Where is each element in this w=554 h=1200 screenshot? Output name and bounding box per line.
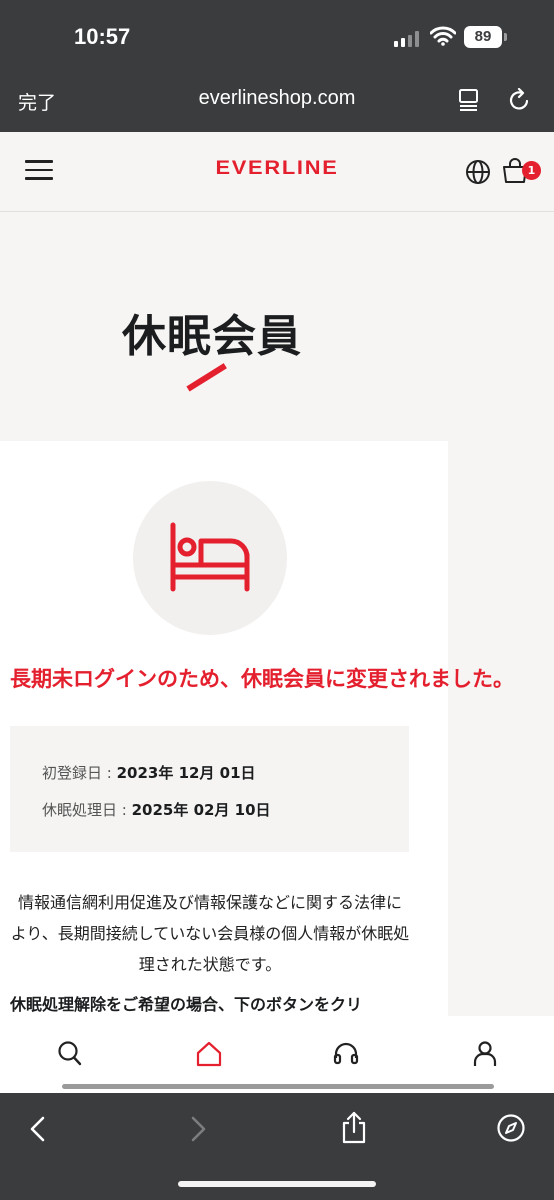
- browser-bottom-toolbar: [0, 1093, 554, 1200]
- bed-icon-circle: [133, 481, 287, 635]
- site-header: EVERLINE 1: [0, 132, 554, 212]
- title-accent-line: [186, 363, 227, 392]
- reader-icon[interactable]: [458, 88, 480, 112]
- home-indicator: [178, 1181, 376, 1187]
- dormant-date-row: 休眠処理日 : 2025年 02月 10日: [42, 799, 271, 820]
- bottom-navigation: [0, 1016, 554, 1093]
- reload-icon[interactable]: [508, 88, 530, 112]
- bed-icon: [170, 522, 250, 592]
- description-text: 情報通信網利用促進及び情報保護などに関する法律により、長期間接続していない会員様…: [10, 893, 410, 974]
- dormant-headline: 長期未ログインのため、休眠会員に変更されました。: [10, 667, 514, 691]
- cellular-signal-icon: [394, 31, 419, 47]
- registered-label: 初登録日 :: [42, 764, 117, 782]
- instruction-text: 休眠処理解除をご希望の場合、下のボタンをクリ: [10, 995, 363, 1014]
- home-icon[interactable]: [195, 1040, 223, 1068]
- status-time: 10:57: [74, 24, 131, 49]
- search-icon[interactable]: [57, 1040, 83, 1068]
- dormant-card: 長期未ログインのため、休眠会員に変更されました。 初登録日 : 2023年 12…: [0, 441, 514, 1041]
- status-bar: 10:57 89: [0, 22, 554, 58]
- person-icon[interactable]: [472, 1040, 498, 1068]
- dates-info-box: 初登録日 : 2023年 12月 01日 休眠処理日 : 2025年 02月 1…: [10, 726, 409, 852]
- cart-count-badge: 1: [522, 161, 541, 180]
- dormant-label: 休眠処理日 :: [42, 801, 132, 819]
- back-icon[interactable]: [28, 1115, 48, 1143]
- dormant-value: 2025年 02月 10日: [131, 801, 271, 819]
- browser-top-chrome: 10:57 89 完了 everlineshop.com: [0, 0, 554, 132]
- forward-icon[interactable]: [188, 1115, 208, 1143]
- share-icon[interactable]: [340, 1111, 368, 1145]
- wifi-icon: [430, 26, 456, 46]
- headset-icon[interactable]: [332, 1040, 360, 1068]
- page-title: 休眠会員: [122, 311, 302, 362]
- globe-icon[interactable]: [465, 159, 491, 185]
- registered-date-row: 初登録日 : 2023年 12月 01日: [42, 762, 256, 783]
- compass-icon[interactable]: [496, 1113, 526, 1143]
- registered-value: 2023年 12月 01日: [116, 764, 256, 782]
- scroll-indicator: [62, 1084, 494, 1089]
- battery-indicator: 89: [464, 26, 507, 48]
- url-bar[interactable]: 完了 everlineshop.com: [0, 78, 554, 122]
